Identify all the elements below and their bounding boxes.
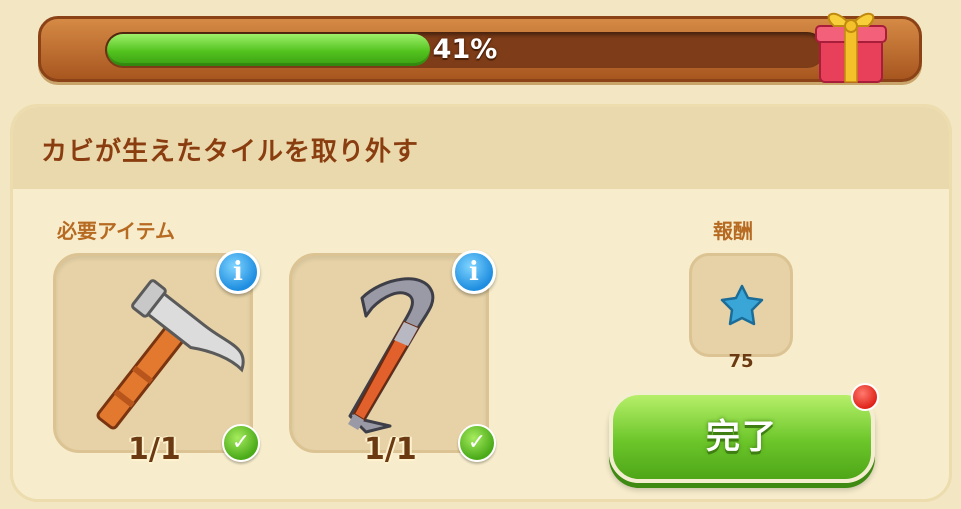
- reward-card: [689, 253, 793, 357]
- progress-header: 41%: [38, 16, 922, 82]
- task-title-bar: カビが生えたタイルを取り外す: [13, 107, 949, 189]
- reward-amount: 75: [728, 351, 754, 372]
- task-panel: カビが生えたタイルを取り外す 必要アイテム 報酬 i 1/1 ✓ i 1/1 ✓: [10, 104, 952, 502]
- progress-bar: 41%: [105, 32, 825, 68]
- done-button[interactable]: 完了: [609, 391, 875, 483]
- info-icon[interactable]: i: [216, 250, 260, 294]
- item-count: 1/1: [128, 432, 181, 467]
- item-card-hammer[interactable]: i 1/1 ✓: [53, 250, 260, 467]
- progress-percent: 41%: [432, 34, 498, 65]
- red-notification-dot: [851, 383, 879, 411]
- gift-box-icon[interactable]: [812, 2, 890, 86]
- checkmark-icon: ✓: [458, 424, 496, 462]
- blue-star-icon: [720, 284, 764, 326]
- info-icon[interactable]: i: [452, 250, 496, 294]
- item-count: 1/1: [364, 432, 417, 467]
- task-title: カビが生えたタイルを取り外す: [41, 137, 420, 167]
- item-card-crowbar[interactable]: i 1/1 ✓: [289, 250, 496, 467]
- reward-label: 報酬: [713, 219, 753, 243]
- checkmark-icon: ✓: [222, 424, 260, 462]
- required-items-label: 必要アイテム: [57, 219, 175, 243]
